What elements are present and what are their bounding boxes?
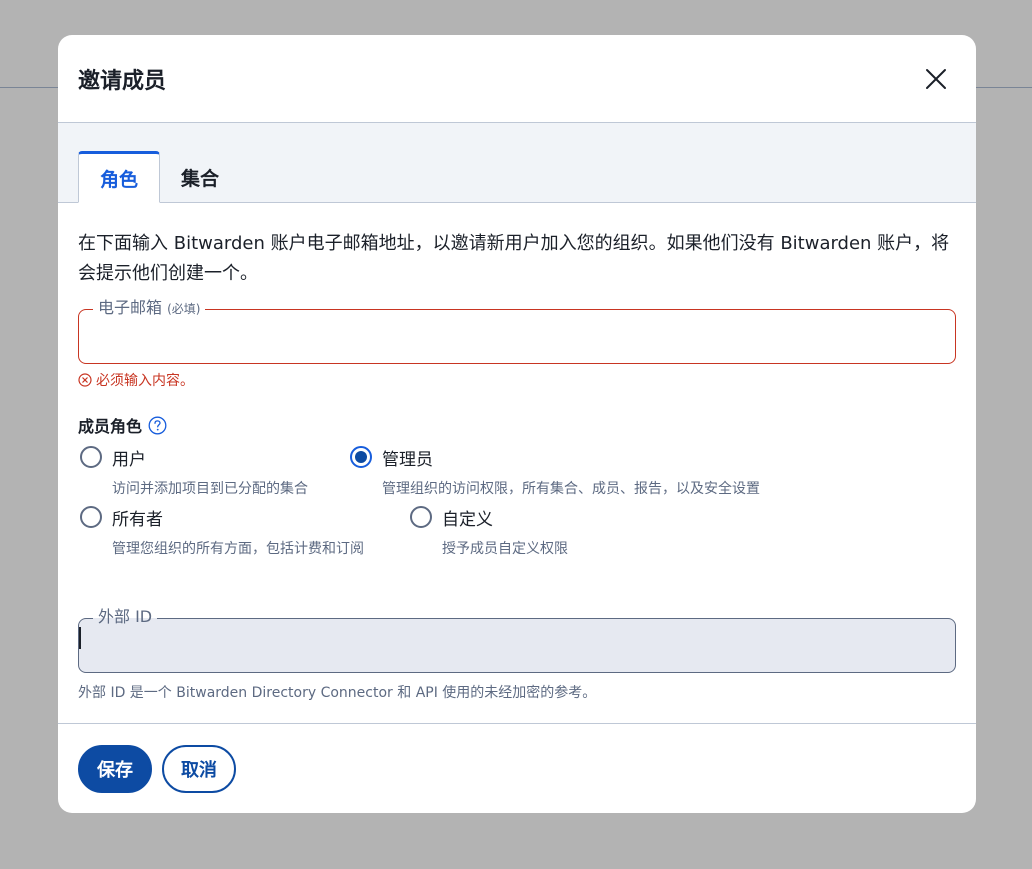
member-role-heading: 成员角色 <box>78 414 956 436</box>
required-tag: (必填) <box>167 302 201 316</box>
email-error-text: 必须输入内容。 <box>96 373 194 389</box>
email-input[interactable] <box>79 310 955 363</box>
help-icon[interactable] <box>148 416 167 435</box>
role-custom-label: 自定义 <box>442 509 493 530</box>
radio-button[interactable] <box>410 506 432 528</box>
email-error: 必须输入内容。 <box>78 372 956 389</box>
tab-collections[interactable]: 集合 <box>160 151 240 203</box>
external-id-label: 外部 ID <box>93 607 158 627</box>
radio-button-checked[interactable] <box>350 446 372 468</box>
role-option-owner: 所有者 管理您组织的所有方面，包括计费和订阅 <box>80 504 364 558</box>
close-button[interactable] <box>920 63 952 95</box>
role-option-user: 用户 访问并添加项目到已分配的集合 <box>80 444 308 498</box>
external-id-section: 外部 ID 外部 ID 是一个 Bitwarden Directory Conn… <box>78 607 956 702</box>
radio-button[interactable] <box>80 446 102 468</box>
external-id-input[interactable] <box>79 619 955 672</box>
close-icon <box>926 68 946 89</box>
invite-description: 在下面输入 Bitwarden 账户电子邮箱地址，以邀请新用户加入您的组织。如果… <box>78 233 950 284</box>
dialog-body: 在下面输入 Bitwarden 账户电子邮箱地址，以邀请新用户加入您的组织。如果… <box>58 229 976 702</box>
text-cursor <box>79 627 81 649</box>
role-owner-hint: 管理您组织的所有方面，包括计费和订阅 <box>112 541 364 557</box>
external-id-field[interactable]: 外部 ID <box>78 607 956 673</box>
invite-member-dialog: 邀请成员 角色 集合 在下面输入 Bitwarden 账户电子邮箱地址，以邀请新… <box>58 35 976 813</box>
role-admin-label: 管理员 <box>382 449 433 470</box>
cancel-button[interactable]: 取消 <box>162 744 236 793</box>
role-user-label: 用户 <box>112 449 146 470</box>
role-custom-radio[interactable]: 自定义 <box>410 504 568 530</box>
dialog-footer: 保存 取消 <box>58 723 976 813</box>
role-option-admin: 管理员 管理组织的访问权限，所有集合、成员、报告，以及安全设置 <box>350 444 760 498</box>
tab-bar: 角色 集合 <box>58 123 976 203</box>
role-custom-hint: 授予成员自定义权限 <box>442 541 568 557</box>
dialog-title: 邀请成员 <box>78 68 167 94</box>
role-admin-radio[interactable]: 管理员 <box>350 444 760 470</box>
email-field[interactable]: 电子邮箱 (必填) <box>78 298 956 364</box>
external-id-help: 外部 ID 是一个 Bitwarden Directory Connector … <box>78 685 597 701</box>
radio-button[interactable] <box>80 506 102 528</box>
dialog-header: 邀请成员 <box>58 35 976 123</box>
role-admin-hint: 管理组织的访问权限，所有集合、成员、报告，以及安全设置 <box>382 481 760 497</box>
role-option-custom: 自定义 授予成员自定义权限 <box>410 504 568 558</box>
role-user-hint: 访问并添加项目到已分配的集合 <box>112 481 308 497</box>
role-user-radio[interactable]: 用户 <box>80 444 308 470</box>
role-owner-radio[interactable]: 所有者 <box>80 504 364 530</box>
error-circle-x-icon <box>78 373 92 387</box>
member-role-title: 成员角色 <box>78 417 143 436</box>
save-button[interactable]: 保存 <box>78 744 152 793</box>
email-label-text: 电子邮箱 <box>98 298 163 317</box>
email-label: 电子邮箱 (必填) <box>93 298 206 319</box>
role-owner-label: 所有者 <box>112 509 163 530</box>
member-role-radio-group: 用户 访问并添加项目到已分配的集合 管理员 管理组织的访问权限，所有集合、成员、… <box>78 444 956 572</box>
tab-role[interactable]: 角色 <box>78 151 160 203</box>
